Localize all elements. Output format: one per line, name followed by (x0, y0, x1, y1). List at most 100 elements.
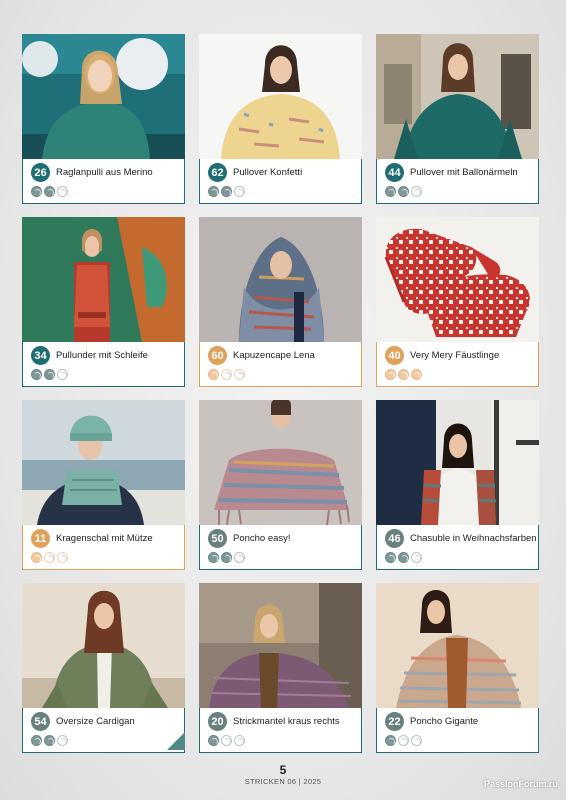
yarn-ball-icon (44, 369, 55, 380)
yarn-ball-icon (208, 552, 219, 563)
difficulty-rating (31, 186, 68, 197)
yarn-ball-icon (385, 552, 396, 563)
pattern-photo (22, 583, 185, 708)
pattern-card[interactable]: 26 Raglanpulli aus Merino (22, 34, 185, 205)
yarn-ball-icon (234, 369, 245, 380)
difficulty-rating (31, 552, 68, 563)
issue-label: STRICKEN 06 | 2025 (244, 777, 322, 786)
pattern-photo (199, 400, 362, 525)
yarn-ball-icon (385, 735, 396, 746)
difficulty-rating (208, 735, 245, 746)
pattern-card[interactable]: 20 Strickmantel kraus rechts (199, 583, 362, 754)
pattern-card[interactable]: 40 Very Mery Fäustlinge (376, 217, 539, 388)
difficulty-rating (208, 552, 245, 563)
page-number-badge: 20 (208, 712, 227, 731)
pattern-info: 11 Kragenschal mit Mütze (22, 525, 185, 570)
yarn-ball-icon (44, 186, 55, 197)
yarn-ball-icon (208, 186, 219, 197)
pattern-card[interactable]: 46 Chasuble in Weihnachsfarben (376, 400, 539, 571)
corner-accent (167, 732, 185, 750)
pattern-card[interactable]: 34 Pullunder mit Schleife (22, 217, 185, 388)
yarn-ball-icon (398, 369, 409, 380)
page-number-badge: 60 (208, 346, 227, 365)
page-number-badge: 11 (31, 529, 50, 548)
pattern-title: Very Mery Fäustlinge (410, 350, 500, 361)
yarn-ball-icon (221, 552, 232, 563)
pattern-photo (199, 583, 362, 708)
pattern-title: Kragenschal mit Mütze (56, 533, 153, 544)
pattern-info: 60 Kapuzencape Lena (199, 342, 362, 387)
difficulty-rating (208, 369, 245, 380)
yarn-ball-icon (57, 186, 68, 197)
page-number-badge: 40 (385, 346, 404, 365)
page-number-badge: 44 (385, 163, 404, 182)
difficulty-rating (385, 552, 422, 563)
yarn-ball-icon (221, 735, 232, 746)
pattern-info: 44 Pullover mit Ballonärmeln (376, 159, 539, 204)
pattern-card[interactable]: 11 Kragenschal mit Mütze (22, 400, 185, 571)
pattern-photo (199, 217, 362, 342)
yarn-ball-icon (44, 735, 55, 746)
yarn-ball-icon (234, 735, 245, 746)
pattern-title: Poncho Gigante (410, 716, 479, 727)
difficulty-rating (385, 369, 422, 380)
pattern-title: Poncho easy! (233, 533, 291, 544)
yarn-ball-icon (31, 552, 42, 563)
pattern-card[interactable]: 60 Kapuzencape Lena (199, 217, 362, 388)
yarn-ball-icon (208, 369, 219, 380)
pattern-info: 54 Oversize Cardigan (22, 708, 185, 753)
page-number: 5 (279, 763, 287, 777)
pattern-info: 62 Pullover Konfetti (199, 159, 362, 204)
yarn-ball-icon (398, 735, 409, 746)
yarn-ball-icon (411, 369, 422, 380)
pattern-info: 50 Poncho easy! (199, 525, 362, 570)
pattern-photo (376, 34, 539, 159)
pattern-photo (22, 400, 185, 525)
pattern-photo (199, 34, 362, 159)
yarn-ball-icon (234, 552, 245, 563)
yarn-ball-icon (385, 186, 396, 197)
pattern-photo (22, 34, 185, 159)
yarn-ball-icon (208, 735, 219, 746)
yarn-ball-icon (411, 735, 422, 746)
yarn-ball-icon (31, 735, 42, 746)
yarn-ball-icon (44, 552, 55, 563)
pattern-card[interactable]: 62 Pullover Konfetti (199, 34, 362, 205)
yarn-ball-icon (411, 552, 422, 563)
pattern-photo (376, 400, 539, 525)
pattern-title: Pullover mit Ballonärmeln (410, 167, 518, 178)
pattern-info: 34 Pullunder mit Schleife (22, 342, 185, 387)
page-number-badge: 26 (31, 163, 50, 182)
pattern-info: 22 Poncho Gigante (376, 708, 539, 753)
pattern-card[interactable]: 22 Poncho Gigante (376, 583, 539, 754)
pattern-photo (376, 583, 539, 708)
pattern-card[interactable]: 50 Poncho easy! (199, 400, 362, 571)
yarn-ball-icon (31, 369, 42, 380)
page-number-badge: 62 (208, 163, 227, 182)
yarn-ball-icon (221, 186, 232, 197)
yarn-ball-icon (411, 186, 422, 197)
pattern-title: Strickmantel kraus rechts (233, 716, 340, 727)
pattern-card[interactable]: 54 Oversize Cardigan (22, 583, 185, 754)
pattern-card[interactable]: 44 Pullover mit Ballonärmeln (376, 34, 539, 205)
pattern-title: Pullunder mit Schleife (56, 350, 148, 361)
difficulty-rating (31, 735, 68, 746)
yarn-ball-icon (398, 552, 409, 563)
page-number-badge: 34 (31, 346, 50, 365)
difficulty-rating (385, 186, 422, 197)
page-number-badge: 46 (385, 529, 404, 548)
difficulty-rating (31, 369, 68, 380)
page-number-badge: 54 (31, 712, 50, 731)
pattern-grid: 26 Raglanpulli aus Merino 62 Pullover Ko… (22, 34, 539, 754)
pattern-title: Raglanpulli aus Merino (56, 167, 153, 178)
yarn-ball-icon (57, 552, 68, 563)
pattern-photo (376, 217, 539, 342)
difficulty-rating (208, 186, 245, 197)
difficulty-rating (385, 735, 422, 746)
yarn-ball-icon (57, 369, 68, 380)
yarn-ball-icon (57, 735, 68, 746)
pattern-info: 20 Strickmantel kraus rechts (199, 708, 362, 753)
yarn-ball-icon (221, 369, 232, 380)
watermark: PassionForum.ru (483, 779, 558, 789)
pattern-title: Kapuzencape Lena (233, 350, 315, 361)
